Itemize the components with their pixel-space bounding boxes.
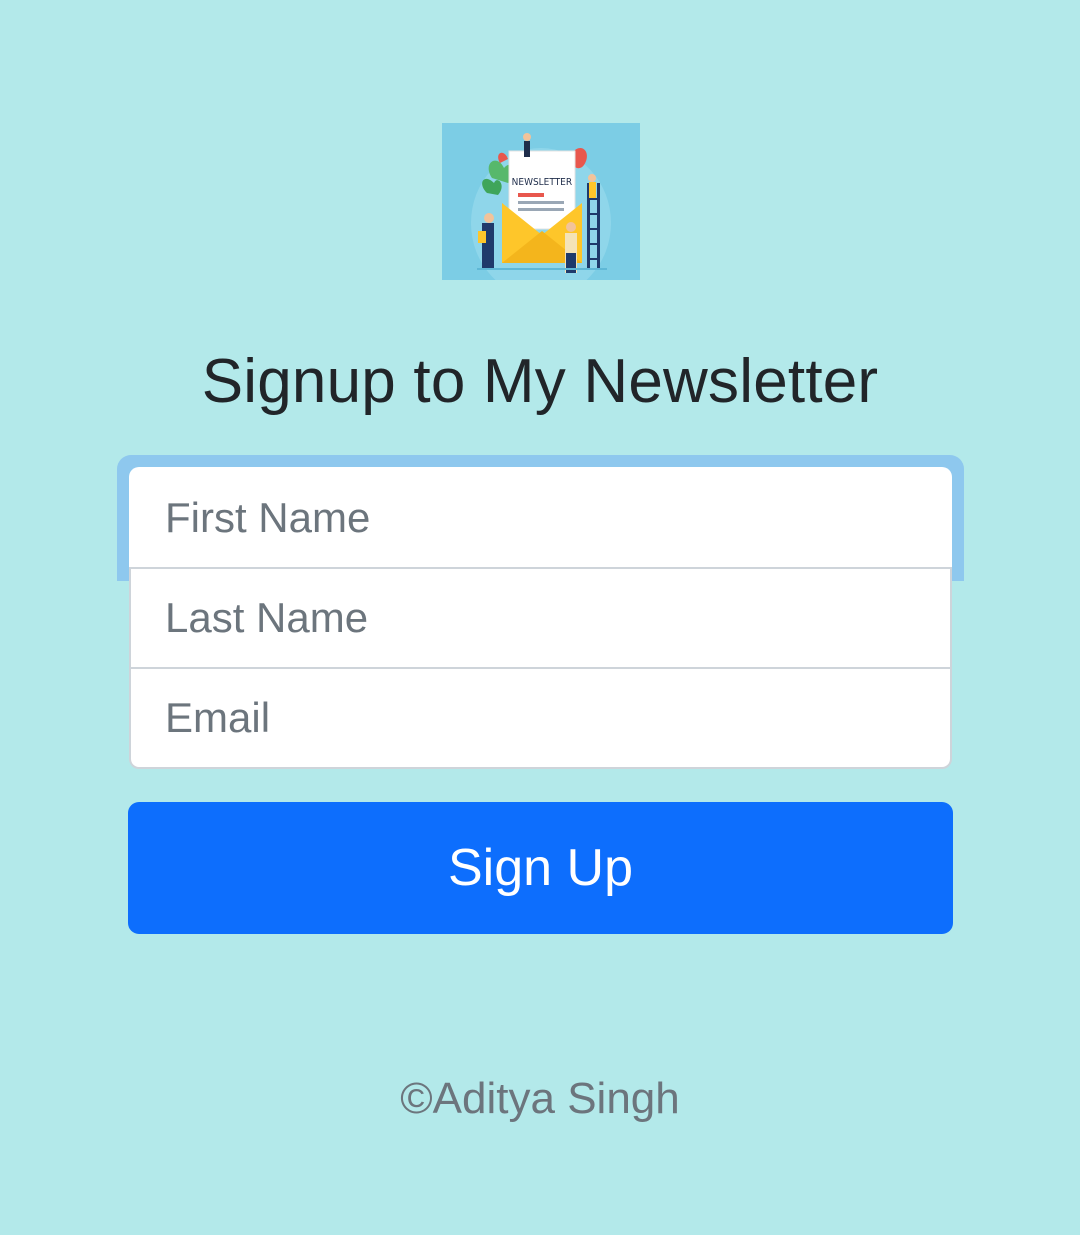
email-field[interactable] — [129, 667, 952, 769]
signup-form — [129, 467, 952, 769]
last-name-input[interactable] — [165, 594, 950, 642]
sign-up-button[interactable]: Sign Up — [128, 802, 953, 934]
first-name-field[interactable] — [129, 467, 952, 569]
newsletter-logo: NEWSLETTER — [442, 123, 640, 280]
footer-copyright: ©Aditya Singh — [400, 1074, 680, 1123]
newsletter-envelope-illustration-icon: NEWSLETTER — [442, 123, 640, 280]
last-name-field[interactable] — [129, 567, 952, 669]
page-title: Signup to My Newsletter — [201, 347, 879, 416]
email-input[interactable] — [165, 694, 950, 742]
first-name-input[interactable] — [165, 494, 950, 542]
logo-text: NEWSLETTER — [512, 177, 573, 189]
